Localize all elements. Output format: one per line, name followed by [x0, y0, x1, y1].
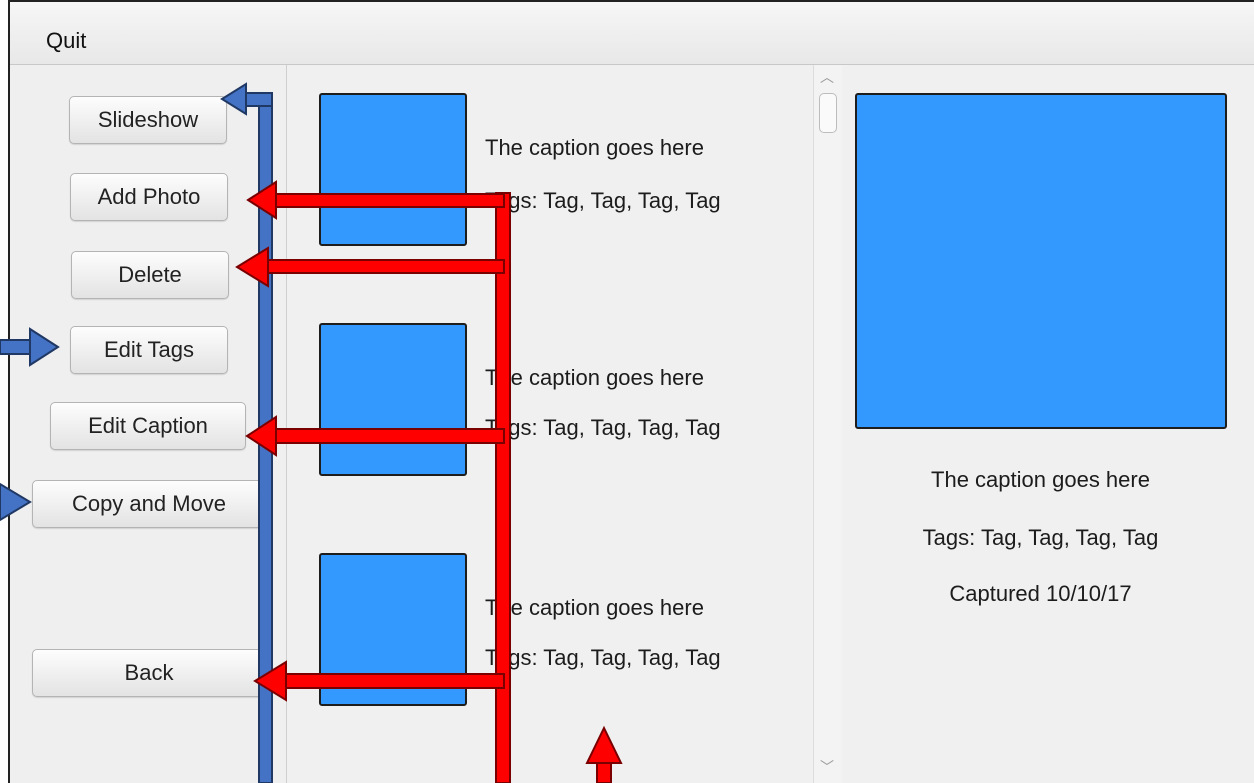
arrow-right-icon: [29, 327, 60, 367]
blue-connector-line: [0, 339, 33, 355]
arrow-left-icon: [220, 82, 247, 116]
red-connector-line: [267, 259, 505, 274]
red-connector-line: [495, 192, 511, 783]
annotation-overlay: [0, 82, 623, 783]
arrow-up-icon: [585, 725, 623, 764]
red-connector-line: [281, 673, 505, 689]
red-connector-line: [271, 193, 505, 208]
red-connector-line: [271, 428, 505, 444]
arrow-left-icon: [235, 246, 269, 288]
blue-connector-line: [243, 92, 273, 107]
arrow-right-icon: [0, 482, 32, 522]
red-connector-line: [596, 761, 612, 783]
